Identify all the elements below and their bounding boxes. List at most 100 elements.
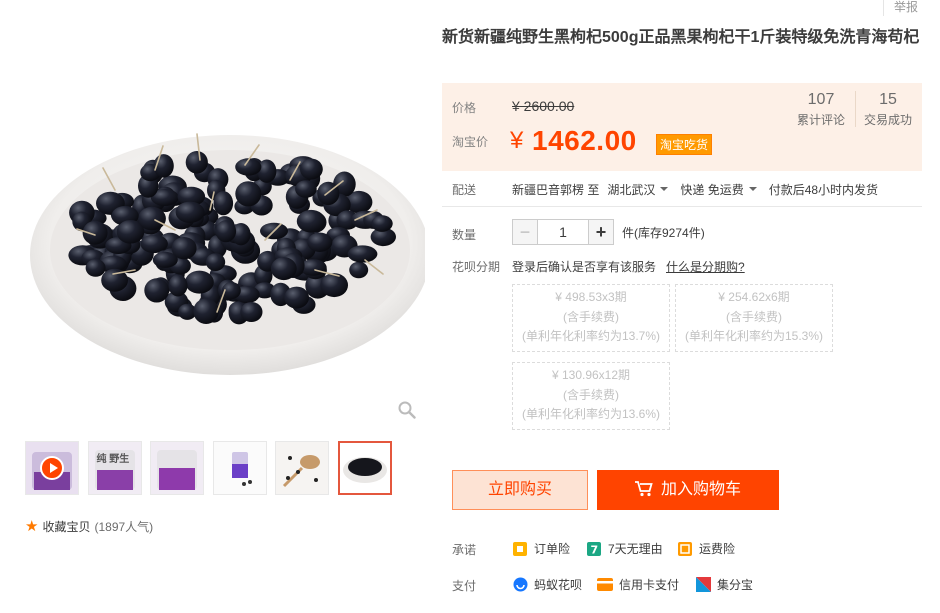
report-link[interactable]: 举报 <box>882 0 918 16</box>
add-to-cart-label: 加入购物车 <box>660 481 741 498</box>
shipping-method[interactable]: 快递 免运费 <box>680 181 743 198</box>
payment-item-label: 蚂蚁花呗 <box>534 578 583 592</box>
thumbnail-plate[interactable] <box>337 441 392 495</box>
review-count: 107 <box>807 91 835 108</box>
stock-info: 件(库存9274件) <box>622 225 705 240</box>
berry <box>175 201 205 223</box>
berry <box>205 253 226 271</box>
quantity-input[interactable]: 1 <box>538 219 588 245</box>
thumbnail-spoon[interactable] <box>275 441 329 495</box>
huabei-label: 花呗分期 <box>452 260 501 274</box>
favorite-button[interactable]: ★ 收藏宝贝 (1897人气) <box>25 517 153 535</box>
berry <box>307 232 333 252</box>
jifenbao-icon <box>695 577 711 593</box>
shipping-destination[interactable]: 湖北武汉 <box>607 181 655 198</box>
plan-amount: ¥ 498.53x3期 <box>555 290 627 304</box>
thumbnail-strip: 纯 野生 <box>25 441 400 495</box>
buy-now-button[interactable]: 立即购买 <box>452 470 588 510</box>
payment-huabei[interactable]: 蚂蚁花呗 <box>512 576 582 593</box>
plan-rate: (单利年化利率约为15.3%) <box>684 329 824 343</box>
berry <box>171 237 197 260</box>
credit-card-icon <box>597 577 613 593</box>
taobao-price-label: 淘宝价 <box>452 135 489 149</box>
berry <box>116 220 145 244</box>
plan-fee: (含手续费) <box>726 309 782 324</box>
thumbnail-jar-2[interactable] <box>150 441 204 495</box>
berry <box>296 209 326 233</box>
berry <box>235 181 262 207</box>
favorite-count: (1897人气) <box>94 519 154 534</box>
review-stat[interactable]: 107 累计评论 <box>788 91 854 128</box>
berry <box>193 298 219 325</box>
freight-insurance-icon <box>677 541 693 557</box>
plan-rate: (单利年化利率约为13.6%) <box>521 407 661 421</box>
add-to-cart-button[interactable]: 加入购物车 <box>597 470 779 510</box>
play-video-icon[interactable] <box>40 456 64 480</box>
original-price: ¥ 2600.00 <box>512 98 575 114</box>
plan-fee: (含手续费) <box>563 309 619 324</box>
berry <box>320 273 349 298</box>
promise-order-insurance[interactable]: 订单险 <box>512 540 570 557</box>
plan-fee: (含手续费) <box>563 387 619 402</box>
berry <box>168 274 188 297</box>
shipping-label: 配送 <box>452 183 477 197</box>
installment-plan-3[interactable]: ¥ 498.53x3期 (含手续费) (单利年化利率约为13.7%) <box>512 284 670 352</box>
shipping-from: 新疆巴音郭楞 至 <box>512 183 600 197</box>
payment-item-label: 集分宝 <box>717 578 754 592</box>
berry <box>185 151 208 174</box>
berry <box>270 257 297 281</box>
installment-plan-12[interactable]: ¥ 130.96x12期 (含手续费) (单利年化利率约为13.6%) <box>512 362 670 430</box>
payment-jifenbao[interactable]: 集分宝 <box>695 576 753 593</box>
promise-7-day-return[interactable]: 7 7天无理由 <box>586 540 663 557</box>
berry <box>284 286 309 309</box>
promo-badge[interactable]: 淘宝吃货 <box>656 134 713 155</box>
thumbnail-jar[interactable]: 纯 野生 <box>87 441 142 495</box>
shipping-row: 新疆巴音郭楞 至 湖北武汉 快递 免运费 付款后48小时内发货 <box>512 181 878 198</box>
review-label: 累计评论 <box>796 113 845 127</box>
plan-amount: ¥ 130.96x12期 <box>551 368 631 382</box>
thumbnail-jar-label: 纯 野生 <box>96 454 130 465</box>
berry <box>347 245 378 263</box>
decrease-quantity-button[interactable]: − <box>512 219 538 245</box>
promise-item-label: 7天无理由 <box>608 542 663 556</box>
berry <box>85 259 106 277</box>
seven-day-icon: 7 <box>586 541 602 557</box>
berry <box>185 270 214 294</box>
berry <box>349 261 369 279</box>
star-icon: ★ <box>25 518 39 535</box>
quantity-label: 数量 <box>452 228 477 242</box>
payment-credit-card[interactable]: 信用卡支付 <box>597 576 679 593</box>
shipping-note: 付款后48小时内发货 <box>768 183 879 197</box>
quantity-stepper: − 1 + 件(库存9274件) <box>512 219 705 245</box>
cart-icon <box>634 481 653 497</box>
price-label: 价格 <box>452 101 477 115</box>
berry <box>295 180 317 198</box>
price-panel: 价格 ¥ 2600.00 淘宝价 ¥ 1462.00 淘宝吃货 107 累计评论… <box>442 83 922 171</box>
destination-dropdown-icon[interactable] <box>660 186 669 191</box>
berry <box>371 215 393 232</box>
plan-amount: ¥ 254.62x6期 <box>718 290 790 304</box>
zoom-magnifier-icon[interactable] <box>398 401 418 421</box>
installment-plan-6[interactable]: ¥ 254.62x6期 (含手续费) (单利年化利率约为15.3%) <box>675 284 833 352</box>
method-dropdown-icon[interactable] <box>748 186 757 191</box>
plan-rate: (单利年化利率约为13.7%) <box>521 329 661 343</box>
berry <box>213 191 234 216</box>
divider <box>442 206 922 207</box>
huabei-login-text[interactable]: 登录后确认是否享有该服务 <box>512 258 656 275</box>
payment-item-label: 信用卡支付 <box>619 578 680 592</box>
thumbnail-tea-cup[interactable] <box>212 441 267 495</box>
increase-quantity-button[interactable]: + <box>588 219 614 245</box>
sales-stat: 15 交易成功 <box>855 91 921 128</box>
promise-item-label: 订单险 <box>534 542 571 556</box>
berry <box>257 159 277 183</box>
berry <box>144 278 170 303</box>
berry <box>240 302 263 322</box>
promise-freight-insurance[interactable]: 运费险 <box>677 540 735 557</box>
current-price: 1462.00 <box>532 125 637 156</box>
sales-label: 交易成功 <box>863 113 912 127</box>
product-title: 新货新疆纯野生黑枸杞500g正品黑果枸杞干1斤装特级免洗青海苟杞 <box>442 29 920 46</box>
thumbnail-video[interactable] <box>25 441 79 495</box>
currency-symbol: ¥ <box>510 127 524 154</box>
main-product-image[interactable] <box>25 20 425 425</box>
huabei-help-link[interactable]: 什么是分期购? <box>666 258 745 275</box>
